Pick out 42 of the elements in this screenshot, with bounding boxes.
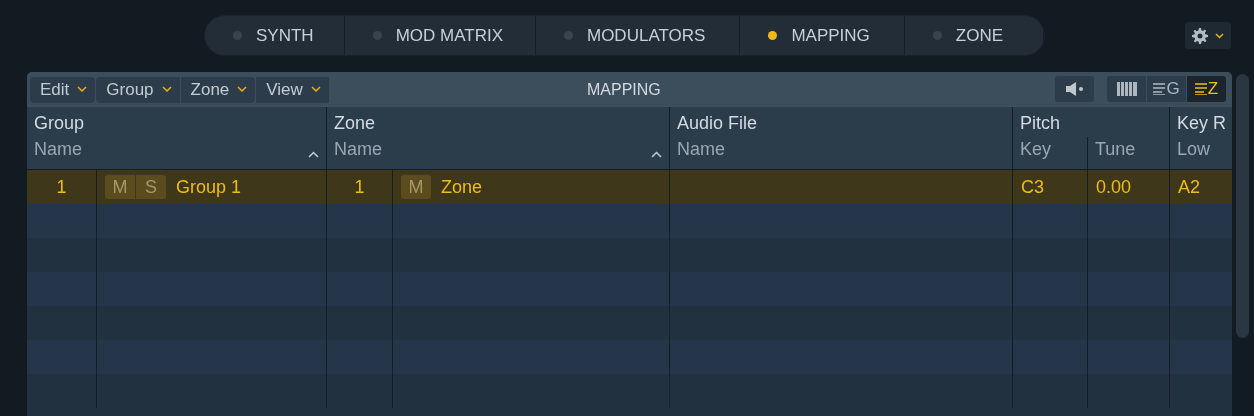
table-cell-text: A2 — [1177, 175, 1202, 199]
column-header[interactable]: Name — [27, 137, 327, 170]
column-header[interactable]: Key — [1013, 137, 1088, 170]
menu-button[interactable]: Group — [96, 76, 180, 103]
tab[interactable]: SYNTH — [205, 16, 345, 55]
view-mode-button[interactable]: G — [1147, 76, 1186, 102]
chevron-down-icon — [237, 86, 248, 93]
settings-icon — [1192, 27, 1208, 44]
speaker-icon — [1064, 81, 1085, 97]
tab[interactable]: MOD MATRIX — [344, 16, 536, 55]
column-header[interactable]: Low — [1170, 137, 1232, 170]
view-mode-button[interactable]: Z — [1187, 76, 1226, 102]
tab[interactable]: MAPPING — [740, 16, 905, 55]
column-header[interactable]: Name — [327, 137, 670, 170]
lines-icon — [1194, 83, 1207, 95]
column-group-header: Audio File — [670, 107, 1013, 137]
settings-button[interactable] — [1185, 22, 1231, 49]
group-name: Group 1 — [176, 176, 242, 198]
tab[interactable]: ZONE — [904, 16, 1044, 55]
column-group-header: Zone — [327, 107, 670, 137]
column-header[interactable]: Tune — [1088, 137, 1170, 170]
scrollbar[interactable] — [1236, 74, 1249, 338]
lines-icon — [1153, 83, 1166, 95]
column-group-header: Key R — [1170, 107, 1232, 137]
column-group-header: Pitch — [1013, 107, 1170, 137]
speaker-button[interactable] — [1055, 76, 1094, 102]
chevron-down-icon — [310, 86, 321, 93]
chevron-down-icon — [1215, 32, 1224, 39]
chevron-down-icon — [161, 86, 172, 93]
menu-button[interactable]: View — [256, 76, 329, 103]
column-header[interactable]: Name — [670, 137, 1013, 170]
tab[interactable]: MODULATORS — [536, 16, 741, 55]
chevron-down-icon — [77, 86, 88, 93]
keyboard-icon — [1116, 82, 1137, 96]
view-mode-button[interactable] — [1107, 76, 1146, 102]
menu-button[interactable]: Edit — [30, 76, 96, 103]
sort-ascending-icon — [308, 151, 319, 158]
sort-ascending-icon — [651, 151, 662, 158]
panel-title: MAPPING — [587, 81, 661, 99]
zone-name: Zone — [441, 176, 483, 198]
menu-button[interactable]: Zone — [180, 76, 256, 103]
column-group-header: Group — [27, 107, 327, 137]
